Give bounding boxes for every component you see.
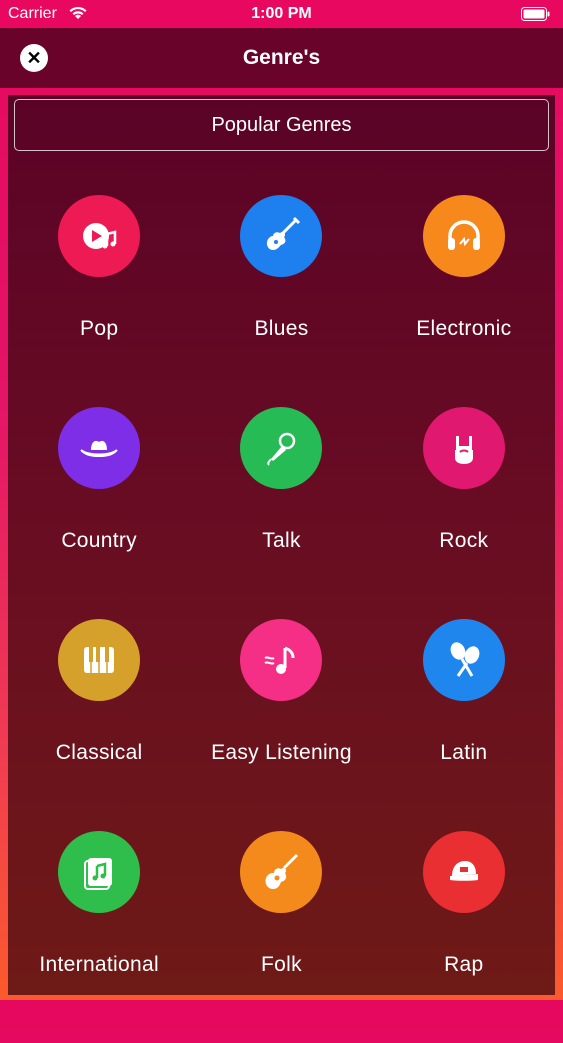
status-time: 1:00 PM xyxy=(251,5,312,22)
genre-label: Electronic xyxy=(416,317,512,340)
genre-label: Rap xyxy=(444,953,484,976)
genre-label: Pop xyxy=(80,317,119,340)
genre-item[interactable]: Folk xyxy=(190,831,372,1043)
cowboy-hat-icon xyxy=(58,407,141,489)
genre-grid: Pop Blues Electronic Country Talk Rock Classic… xyxy=(8,195,555,1043)
genre-item[interactable]: Classical xyxy=(8,619,190,831)
rock-hand-icon xyxy=(422,407,505,489)
music-note-icon xyxy=(240,619,323,701)
genre-item[interactable]: Talk xyxy=(190,407,372,619)
microphone-icon xyxy=(240,407,323,489)
battery-icon xyxy=(521,7,551,26)
genre-label: International xyxy=(39,953,159,976)
genre-item[interactable]: Blues xyxy=(190,195,372,407)
genre-item[interactable]: Rock xyxy=(373,407,555,619)
nav-bar: ✕ Genre's xyxy=(0,28,563,88)
music-file-icon xyxy=(58,831,141,913)
genre-label: Classical xyxy=(55,741,143,764)
genre-label: Country xyxy=(61,529,137,552)
genre-item[interactable]: Electronic xyxy=(373,195,555,407)
genre-item[interactable]: Country xyxy=(8,407,190,619)
genre-label: Folk xyxy=(261,953,302,976)
genre-label: Easy Listening xyxy=(211,741,352,764)
electric-guitar-icon xyxy=(240,195,323,277)
genre-label: Rock xyxy=(439,529,489,552)
genre-item[interactable]: Pop xyxy=(8,195,190,407)
genre-item[interactable]: Rap xyxy=(373,831,555,1043)
headphones-icon xyxy=(422,195,505,277)
acoustic-guitar-icon xyxy=(240,831,323,913)
genre-item[interactable]: Easy Listening xyxy=(190,619,372,831)
genre-label: Latin xyxy=(440,741,488,764)
genre-label: Talk xyxy=(262,529,301,552)
genre-panel: Popular Genres Pop Blues Electronic Country… xyxy=(8,95,555,995)
piano-keys-icon xyxy=(58,619,141,701)
page-title: Genre's xyxy=(242,46,321,69)
genre-label: Blues xyxy=(254,317,309,340)
cap-icon xyxy=(422,831,505,913)
maracas-icon xyxy=(422,619,505,701)
status-bar: Carrier 1:00 PM xyxy=(0,0,563,28)
play-music-icon xyxy=(58,195,141,277)
popular-genres-header: Popular Genres xyxy=(14,99,549,151)
genre-item[interactable]: Latin xyxy=(373,619,555,831)
genre-item[interactable]: International xyxy=(8,831,190,1043)
